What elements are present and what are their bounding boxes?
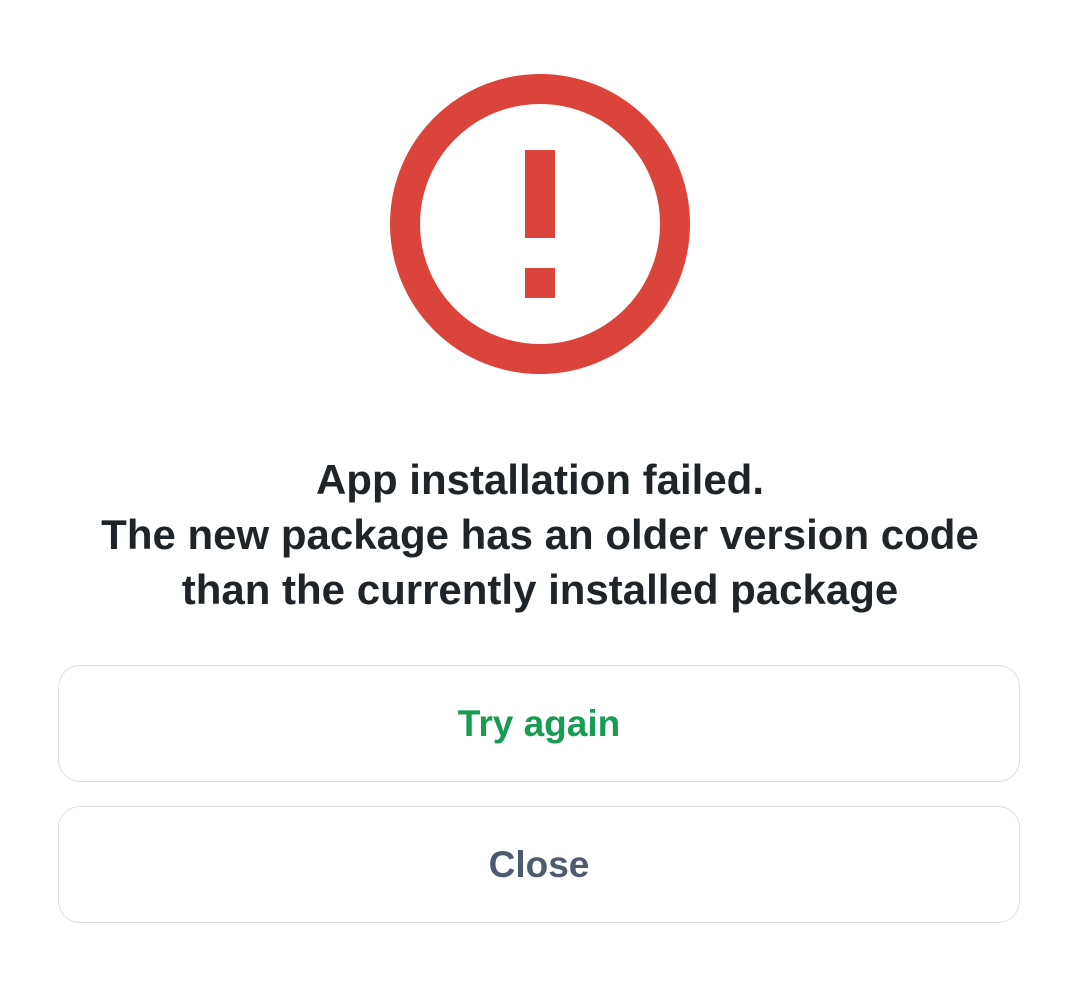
- install-error-dialog: App installation failed. The new package…: [0, 0, 1080, 990]
- close-button[interactable]: Close: [58, 806, 1020, 923]
- error-icon-bar: [525, 150, 555, 238]
- error-message-title: App installation failed.: [315, 456, 765, 503]
- error-message-detail-line-2: than the currently installed package: [181, 566, 899, 613]
- error-message: App installation failed. The new package…: [40, 452, 1040, 617]
- try-again-button-label: Try again: [457, 702, 621, 744]
- try-again-button[interactable]: Try again: [58, 665, 1020, 782]
- error-icon-graphic: [390, 74, 690, 374]
- close-button-label: Close: [488, 843, 590, 885]
- error-icon-dot: [525, 268, 555, 298]
- error-message-detail-line-1: The new package has an older version cod…: [101, 511, 979, 558]
- error-exclamation-circle-icon: [390, 74, 690, 374]
